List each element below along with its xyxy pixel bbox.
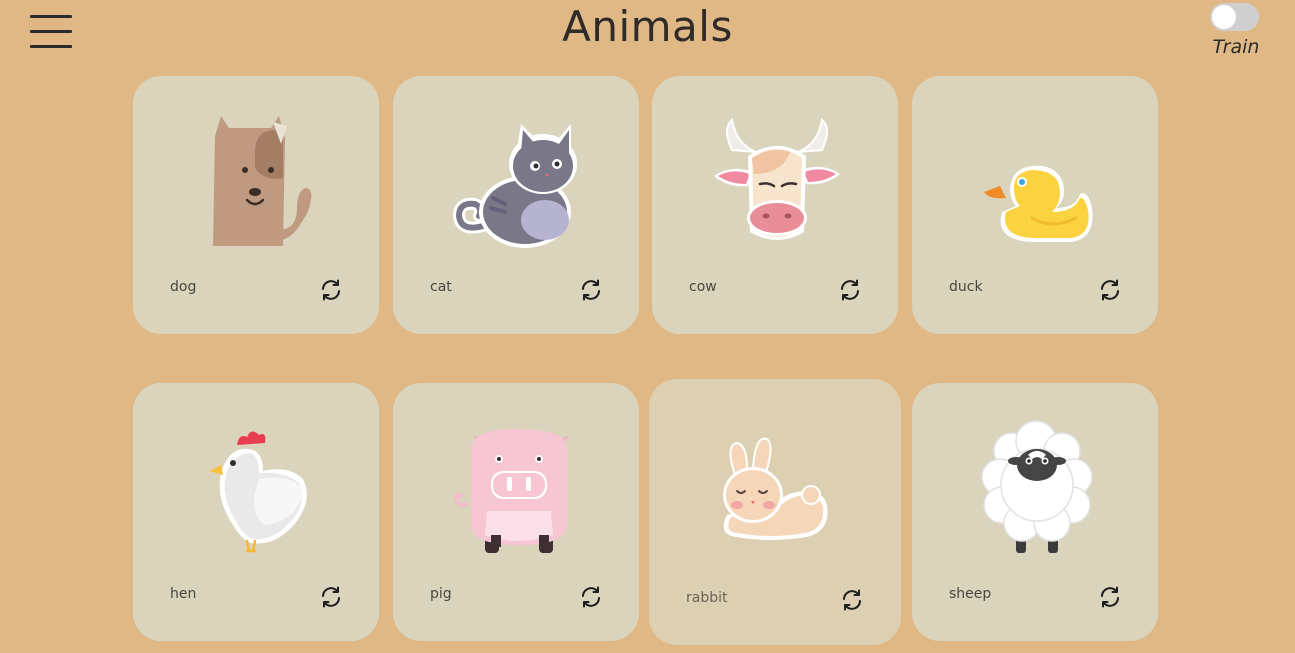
refresh-icon[interactable] (319, 278, 343, 302)
card-name: sheep (949, 586, 992, 602)
card-cat[interactable]: cat (393, 76, 639, 334)
card-rabbit[interactable]: rabbit (649, 379, 901, 645)
card-name: hen (170, 586, 197, 602)
card-dog[interactable]: dog (133, 76, 379, 334)
refresh-icon[interactable] (319, 585, 343, 609)
toggle-knob (1212, 5, 1236, 29)
rabbit-icon (723, 437, 828, 540)
card-name: pig (430, 586, 452, 602)
hen-icon (209, 431, 307, 553)
refresh-icon[interactable] (1098, 585, 1122, 609)
card-name: rabbit (686, 590, 728, 606)
card-cow[interactable]: cow (652, 76, 898, 334)
card-name: dog (170, 279, 197, 295)
card-duck[interactable]: duck (912, 76, 1158, 334)
card-sheep[interactable]: sheep (912, 383, 1158, 641)
refresh-icon[interactable] (579, 585, 603, 609)
cat-icon (453, 124, 577, 248)
cow-icon (714, 118, 840, 240)
card-name: cat (430, 279, 452, 295)
card-hen[interactable]: hen (133, 383, 379, 641)
refresh-icon[interactable] (579, 278, 603, 302)
page-title: Animals (562, 2, 733, 51)
pig-icon (454, 429, 569, 553)
train-toggle-group: Train (1206, 3, 1266, 58)
card-pig[interactable]: pig (393, 383, 639, 641)
refresh-icon[interactable] (1098, 278, 1122, 302)
sheep-icon (981, 420, 1093, 553)
duck-icon (984, 165, 1093, 242)
train-toggle[interactable] (1210, 3, 1259, 31)
train-label: Train (1212, 36, 1260, 58)
dog-icon (213, 116, 312, 246)
card-name: cow (689, 279, 717, 295)
refresh-icon[interactable] (838, 278, 862, 302)
card-name: duck (949, 279, 983, 295)
refresh-icon[interactable] (840, 588, 864, 612)
